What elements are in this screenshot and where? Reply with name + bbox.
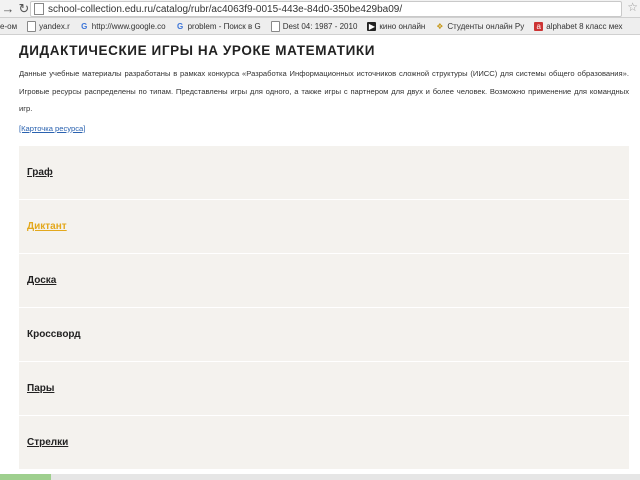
bookmark-label: Dest 04: 1987 - 2010 [282,21,358,31]
bookmarks-bar: е-ом yandex.r G http://www.google.co G p… [0,18,640,35]
google-icon: G [81,21,88,31]
bookmark-item[interactable]: G problem - Поиск в G [176,22,261,31]
game-type-link-krossvord[interactable]: Кроссворд [27,329,81,340]
bookmark-label: alphabet 8 класс мех [546,21,623,31]
bookmark-label: кино онлайн [379,21,426,31]
game-type-link-graf[interactable]: Граф [27,167,53,178]
bookmark-label: Студенты онлайн Ру [447,21,525,31]
bookmark-item[interactable]: yandex.r [27,20,70,32]
game-type-link-diktant[interactable]: Диктант [27,221,67,232]
bookmark-item[interactable]: G http://www.google.co [80,21,166,31]
page-icon [34,3,44,15]
bookmark-label: yandex.r [39,21,70,31]
list-item: Диктант [19,200,629,254]
bookmark-label: е-ом [0,21,18,31]
page-description: Данные учебные материалы разработаны в р… [19,69,629,114]
game-type-list: Граф Диктант Доска Кроссворд Пары Стрелк… [19,146,629,470]
bookmark-item[interactable]: е-ом [0,22,17,31]
game-type-link-strelki[interactable]: Стрелки [27,437,68,448]
address-bar: → ↻ school-collection.edu.ru/catalog/rub… [0,0,640,18]
folder-icon: ❖ [436,21,444,31]
bookmark-item[interactable]: ▶ кино онлайн [367,21,426,31]
list-item: Граф [19,146,629,200]
resource-card-link[interactable]: [Карточка ресурса] [19,124,85,133]
page-icon [270,20,280,32]
list-item: Стрелки [19,416,629,470]
page-title: ДИДАКТИЧЕСКИЕ ИГРЫ НА УРОКЕ МАТЕМАТИКИ [19,43,376,58]
bookmark-item[interactable]: ❖ Студенты онлайн Ру [435,22,524,31]
film-icon: ▶ [367,21,377,31]
url-text: school-collection.edu.ru/catalog/rubr/ac… [48,3,403,15]
bookmark-label: problem - Поиск в G [187,21,261,31]
page-icon [27,20,37,32]
list-item: Пары [19,362,629,416]
bookmark-label: http://www.google.co [91,21,166,31]
bookmark-item[interactable]: a alphabet 8 класс мех [534,21,623,31]
bookmark-icon: a [534,21,544,31]
google-icon: G [176,21,184,31]
list-item: Доска [19,254,629,308]
game-type-link-doska[interactable]: Доска [27,275,56,286]
status-bar [0,474,640,480]
back-arrow-icon[interactable]: → [0,1,16,17]
game-type-link-pary[interactable]: Пары [27,383,54,394]
star-icon[interactable]: ☆ [627,0,638,14]
bookmark-item[interactable]: Dest 04: 1987 - 2010 [270,20,358,32]
loading-progress-bar [0,474,52,480]
list-item: Кроссворд [19,308,629,362]
url-field[interactable]: school-collection.edu.ru/catalog/rubr/ac… [30,1,622,17]
main-content: ДИДАКТИЧЕСКИЕ ИГРЫ НА УРОКЕ МАТЕМАТИКИ Д… [19,40,629,136]
